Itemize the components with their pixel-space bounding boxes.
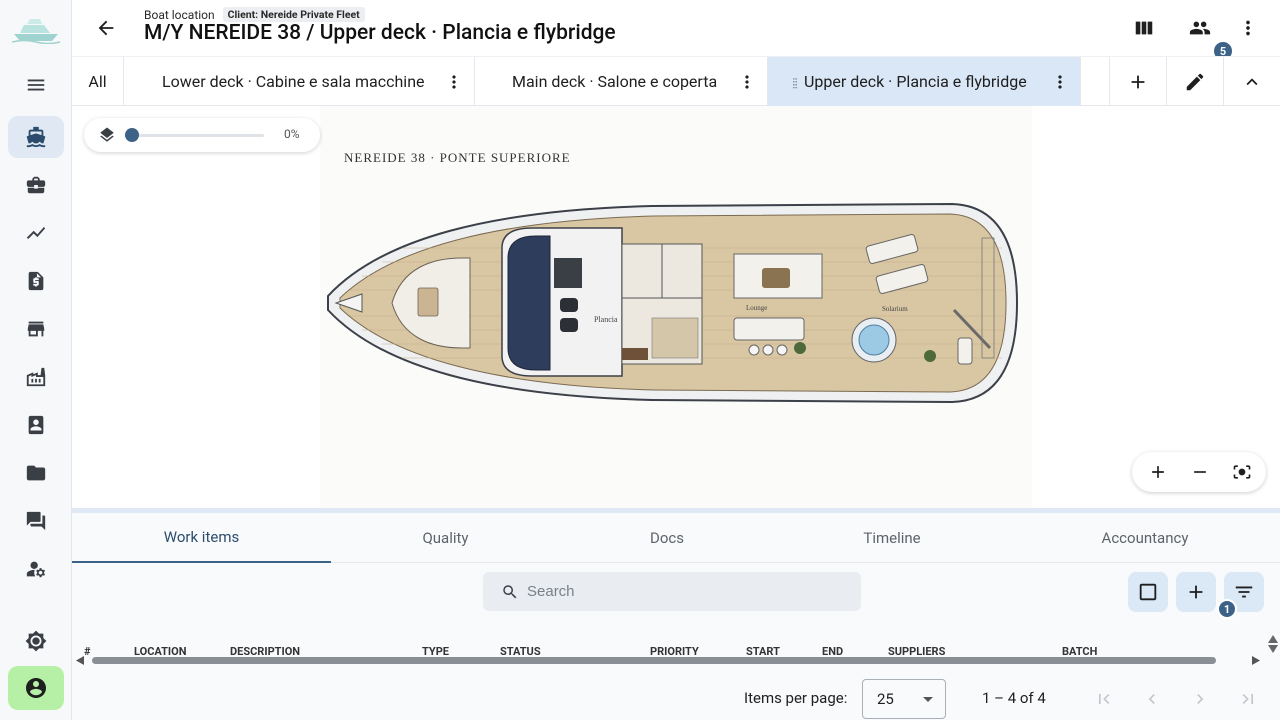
rail-briefcase-icon[interactable] xyxy=(8,164,64,206)
fit-screen-icon[interactable] xyxy=(1230,460,1254,484)
layer-slider-value: 0% xyxy=(284,127,300,141)
zoom-controls xyxy=(1132,452,1266,492)
layer-opacity-control: 0% xyxy=(84,118,320,152)
app-root: Boat location Client: Nereide Private Fl… xyxy=(0,0,1280,720)
add-deck-icon[interactable] xyxy=(1109,57,1165,106)
search-icon xyxy=(503,584,517,598)
paginator: Items per page: 25 1 – 4 of 4 xyxy=(72,675,1280,720)
dropdown-caret-icon xyxy=(923,697,933,702)
nav-rail xyxy=(0,0,72,720)
previous-page-icon[interactable] xyxy=(1140,687,1164,711)
tab-all[interactable]: All xyxy=(72,57,124,106)
details-panel: Work items Quality Docs Timeline Account… xyxy=(72,508,1280,720)
rail-contact-doc-icon[interactable] xyxy=(8,404,64,446)
tab-accountancy[interactable]: Accountancy xyxy=(1010,513,1280,563)
tab-docs[interactable]: Docs xyxy=(560,513,774,563)
rail-chat-icon[interactable] xyxy=(8,500,64,542)
drag-handle-icon[interactable] xyxy=(788,75,802,89)
yacht-deck-plan[interactable]: Plancia Lounge Solarium xyxy=(322,198,1022,408)
tab-main-deck-menu-icon[interactable] xyxy=(735,70,759,94)
layer-slider-thumb[interactable] xyxy=(125,128,139,142)
scroll-left-icon[interactable] xyxy=(76,656,84,665)
columns-view-icon[interactable] xyxy=(1130,14,1158,42)
select-all-checkbox[interactable] xyxy=(1128,572,1168,612)
top-header: Boat location Client: Nereide Private Fl… xyxy=(72,0,1280,62)
rail-boat-icon[interactable] xyxy=(8,116,64,158)
page-size-select[interactable]: 25 xyxy=(862,679,946,719)
tab-timeline[interactable]: Timeline xyxy=(774,513,1010,563)
plan-title: NEREIDE 38 · PONTE SUPERIORE xyxy=(344,150,571,165)
profile-avatar-icon[interactable] xyxy=(8,666,64,710)
add-work-item-button[interactable] xyxy=(1176,572,1216,612)
details-tab-bar: Work items Quality Docs Timeline Account… xyxy=(72,513,1280,563)
checkbox-outline-icon xyxy=(1139,583,1157,601)
first-page-icon[interactable] xyxy=(1092,687,1116,711)
items-per-page-label: Items per page: xyxy=(744,689,848,707)
users-group-icon[interactable] xyxy=(1186,14,1214,42)
work-items-table-header: # LOCATION DESCRIPTION TYPE STATUS PRIOR… xyxy=(72,625,1262,655)
client-chip: Client: Nereide Private Fleet xyxy=(222,7,365,22)
tab-main-deck-label: Main deck · Salone e coperta xyxy=(512,72,718,91)
last-page-icon[interactable] xyxy=(1236,687,1260,711)
breadcrumb: Boat location Client: Nereide Private Fl… xyxy=(144,7,365,22)
scroll-up-icon[interactable] xyxy=(1268,635,1278,643)
rail-factory-icon[interactable] xyxy=(8,356,64,398)
rail-user-settings-icon[interactable] xyxy=(8,548,64,590)
zoom-out-icon[interactable] xyxy=(1188,460,1212,484)
back-arrow-icon[interactable] xyxy=(92,14,120,42)
tab-lower-deck-menu-icon[interactable] xyxy=(442,70,466,94)
page-title: M/Y NEREIDE 38 / Upper deck · Plancia e … xyxy=(144,21,616,45)
tab-main-deck[interactable]: Main deck · Salone e coperta xyxy=(475,57,768,106)
tab-lower-deck[interactable]: Lower deck · Cabine e sala macchine xyxy=(124,57,475,106)
next-page-icon[interactable] xyxy=(1188,687,1212,711)
filter-count-badge: 1 xyxy=(1217,599,1237,619)
menu-icon[interactable] xyxy=(8,64,64,106)
filter-list-icon xyxy=(1235,586,1253,598)
tab-upper-deck-label: Upper deck · Plancia e flybridge xyxy=(804,72,1027,91)
plus-icon xyxy=(1189,585,1203,599)
theme-toggle-sun-icon[interactable] xyxy=(8,620,64,662)
edit-pencil-icon[interactable] xyxy=(1166,57,1222,106)
horizontal-scrollbar[interactable] xyxy=(76,653,1262,667)
plan-label-helm: Plancia xyxy=(594,315,618,324)
tab-all-label: All xyxy=(88,72,107,91)
tab-quality[interactable]: Quality xyxy=(331,513,560,563)
rail-chart-icon[interactable] xyxy=(8,212,64,254)
page-range-label: 1 – 4 of 4 xyxy=(982,689,1046,707)
deck-tab-bar: All Lower deck · Cabine e sala macchine … xyxy=(72,56,1280,106)
tab-upper-deck-menu-icon[interactable] xyxy=(1048,70,1072,94)
rail-warehouse-icon[interactable] xyxy=(8,308,64,350)
collapse-chevron-up-icon[interactable] xyxy=(1223,57,1279,106)
tab-work-items[interactable]: Work items xyxy=(72,513,331,563)
scroll-right-icon[interactable] xyxy=(1252,656,1260,665)
layer-slider[interactable] xyxy=(125,128,264,142)
horizontal-scroll-thumb[interactable] xyxy=(92,657,1216,664)
tab-lower-deck-label: Lower deck · Cabine e sala macchine xyxy=(162,72,425,91)
breadcrumb-label[interactable]: Boat location xyxy=(144,8,215,22)
more-vert-icon[interactable] xyxy=(1234,14,1262,42)
plan-label-lounge: Lounge xyxy=(746,304,767,312)
search-field xyxy=(483,572,861,611)
scroll-down-icon[interactable] xyxy=(1268,645,1278,653)
deck-plan-canvas[interactable]: 0% NEREIDE 38 · PONTE SUPERIORE Plancia … xyxy=(72,106,1280,508)
rail-folder-icon[interactable] xyxy=(8,452,64,494)
plan-label-solarium: Solarium xyxy=(882,305,908,313)
rail-invoice-icon[interactable] xyxy=(8,260,64,302)
page-size-value: 25 xyxy=(877,690,894,708)
tab-upper-deck[interactable]: Upper deck · Plancia e flybridge xyxy=(768,57,1081,106)
layers-icon xyxy=(98,126,116,144)
zoom-in-icon[interactable] xyxy=(1146,460,1170,484)
search-input[interactable] xyxy=(527,583,827,600)
app-logo-icon[interactable] xyxy=(11,14,61,45)
